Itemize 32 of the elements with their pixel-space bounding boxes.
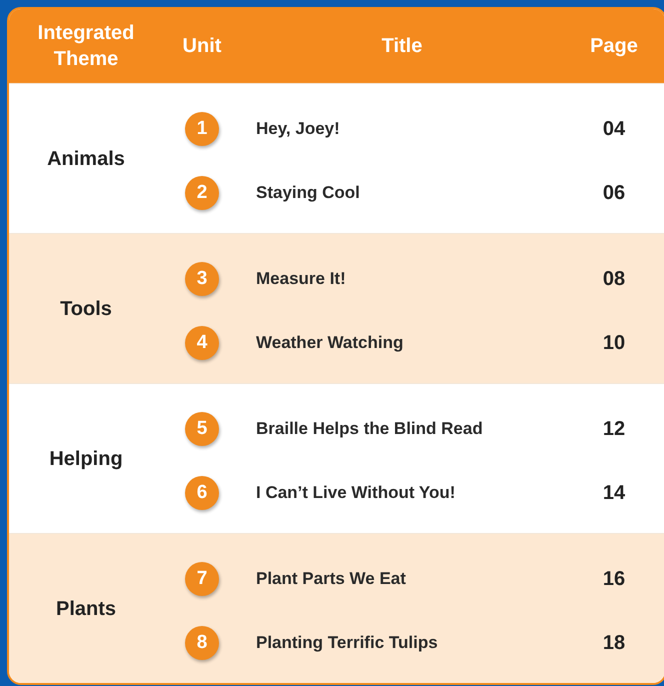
unit-title[interactable]: I Can’t Live Without You!: [256, 483, 456, 502]
unit-number-badge: 1: [185, 112, 219, 146]
column-header: Integrated Theme: [38, 22, 134, 70]
unit-number-badge: 4: [185, 326, 219, 360]
unit-title[interactable]: Planting Terrific Tulips: [256, 633, 438, 652]
unit-title[interactable]: Weather Watching: [256, 333, 404, 352]
page-number: 14: [602, 482, 626, 504]
unit-number-badge: 7: [185, 562, 219, 596]
page-number: 08: [602, 268, 626, 290]
theme-label: Animals: [47, 146, 125, 172]
page-number: 12: [602, 418, 626, 440]
page-number: 04: [602, 118, 626, 140]
unit-title[interactable]: Hey, Joey!: [256, 119, 340, 138]
theme-label: Tools: [60, 296, 112, 322]
unit-number-badge: 3: [185, 262, 219, 296]
page-number: 06: [602, 182, 626, 204]
column-header: Title: [382, 35, 422, 57]
unit-title[interactable]: Braille Helps the Blind Read: [256, 419, 483, 438]
unit-title[interactable]: Measure It!: [256, 269, 346, 288]
unit-title[interactable]: Plant Parts We Eat: [256, 569, 406, 588]
unit-number-badge: 5: [185, 412, 219, 446]
page-number: 16: [602, 568, 626, 590]
unit-number-badge: 6: [185, 476, 219, 510]
unit-number-badge: 8: [185, 626, 219, 660]
page-number: 18: [602, 632, 626, 654]
column-header: Page: [590, 35, 638, 57]
column-header: Unit: [182, 35, 222, 57]
theme-label: Helping: [49, 446, 123, 472]
theme-label: Plants: [56, 596, 116, 622]
page-number: 10: [602, 332, 626, 354]
unit-title[interactable]: Staying Cool: [256, 183, 360, 202]
unit-number-badge: 2: [185, 176, 219, 210]
